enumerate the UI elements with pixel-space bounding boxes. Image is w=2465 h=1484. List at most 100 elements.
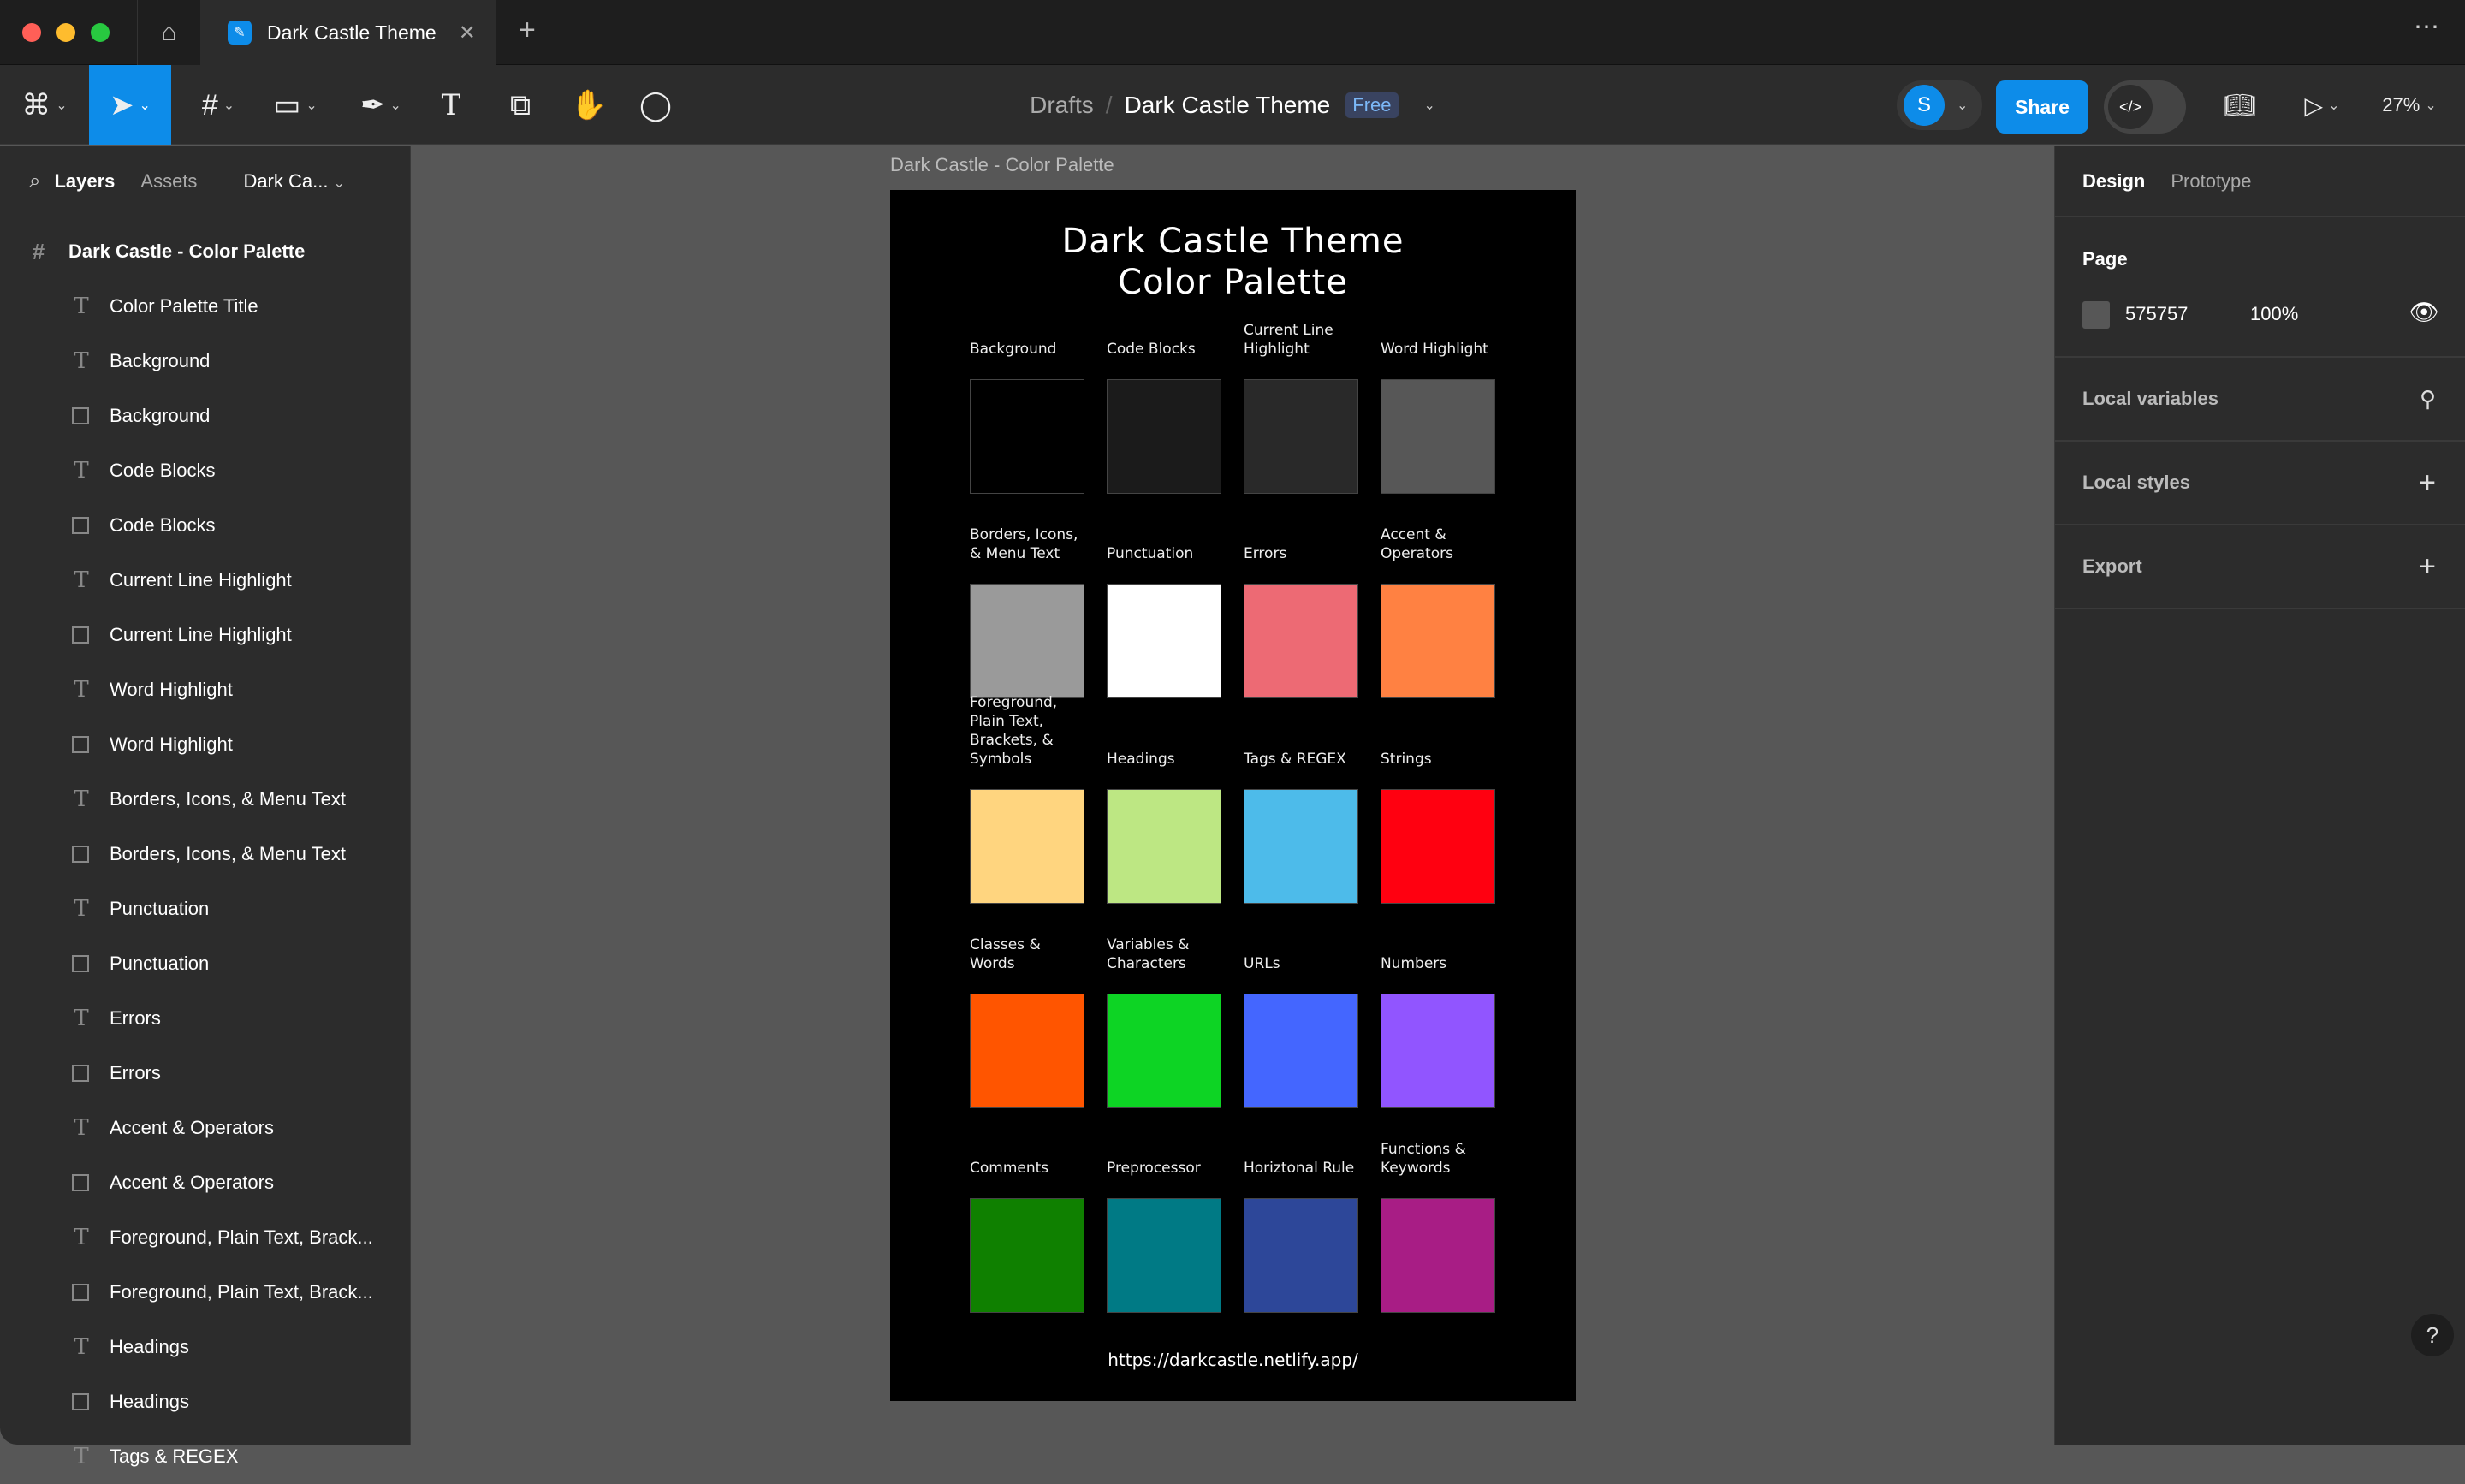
layer-item[interactable]: T Headings [0,1320,410,1374]
color-palette-frame[interactable]: Dark Castle Theme Color Palette Backgrou… [890,190,1576,1401]
help-button[interactable]: ? [2411,1314,2454,1356]
text-icon: T [74,896,89,922]
new-tab-button[interactable]: + [519,14,536,47]
tab-prototype[interactable]: Prototype [2171,170,2251,193]
color-swatch[interactable] [1107,1198,1221,1313]
components-tool-button[interactable]: ⧉ [501,65,540,145]
layer-item[interactable]: Code Blocks [0,498,410,553]
color-swatch[interactable] [1244,379,1358,494]
layer-item[interactable]: T Background [0,334,410,389]
color-swatch[interactable] [970,994,1084,1108]
layer-item[interactable]: Foreground, Plain Text, Brack... [0,1265,410,1320]
layers-panel: ⌕ Layers Assets Dark Ca... ⌄ # Dark Castl… [0,146,411,1469]
page-color-opacity[interactable]: 100% [2250,303,2298,325]
page-color-hex[interactable]: 575757 [2125,303,2188,325]
file-name[interactable]: Dark Castle Theme [1125,92,1331,119]
tab-assets[interactable]: Assets [140,170,197,193]
color-swatch[interactable] [1107,379,1221,494]
breadcrumb-drafts[interactable]: Drafts [1030,92,1094,119]
main-menu-button[interactable]: ⌘ ⌄ [19,65,70,145]
layer-label: Background [110,350,211,371]
layer-item[interactable]: T Color Palette Title [0,279,410,334]
color-swatch[interactable] [1244,1198,1358,1313]
document-tab[interactable]: ✎ Dark Castle Theme ✕ [200,0,496,65]
search-icon[interactable]: ⌕ [29,169,40,193]
shape-tool-button[interactable]: ▭ ⌄ [265,65,325,145]
color-swatch[interactable] [970,379,1084,494]
tab-design[interactable]: Design [2082,170,2145,193]
color-swatch[interactable] [1107,994,1221,1108]
layer-item[interactable]: T Errors [0,991,410,1046]
frame-label[interactable]: Dark Castle - Color Palette [890,154,1114,176]
color-swatch[interactable] [1381,789,1495,904]
move-tool-button[interactable]: ➤ ⌄ [89,65,171,145]
text-tool-button[interactable]: T [432,65,470,145]
hand-tool-button[interactable]: ✋ [569,65,609,145]
color-swatch[interactable] [1107,789,1221,904]
layer-item[interactable]: Headings [0,1374,410,1429]
color-swatch[interactable] [970,584,1084,698]
color-swatch[interactable] [1244,994,1358,1108]
layer-item[interactable]: T Punctuation [0,881,410,936]
export-section[interactable]: Export + [2055,525,2465,609]
color-swatch[interactable] [1244,584,1358,698]
file-menu-chevron-icon[interactable]: ⌄ [1424,97,1435,114]
zoom-menu[interactable]: 27% ⌄ [2371,65,2448,145]
layer-item[interactable]: Background [0,389,410,443]
dev-mode-toggle[interactable]: </> [2104,80,2186,134]
page-selector[interactable]: Dark Ca... ⌄ [243,170,344,193]
layer-item[interactable]: Errors [0,1046,410,1101]
color-swatch[interactable] [1381,379,1495,494]
text-icon: T [74,348,89,374]
layer-item[interactable]: T Borders, Icons, & Menu Text [0,772,410,827]
color-swatch[interactable] [1244,789,1358,904]
layer-item[interactable]: T Code Blocks [0,443,410,498]
layer-item[interactable]: Accent & Operators [0,1155,410,1210]
layer-item[interactable]: T Word Highlight [0,662,410,717]
more-options-icon[interactable]: ⋯ [2414,12,2439,42]
export-label: Export [2082,555,2142,577]
layer-item[interactable]: Borders, Icons, & Menu Text [0,827,410,881]
close-window-button[interactable] [22,23,41,42]
maximize-window-button[interactable] [91,23,110,42]
local-variables-section[interactable]: Local variables ⚲ [2055,358,2465,442]
swatch-label: Accent & Operators [1381,526,1453,562]
layer-label: Word Highlight [110,733,233,755]
visibility-eye-icon[interactable]: 👁︎ [2409,298,2439,326]
layer-item[interactable]: Current Line Highlight [0,608,410,662]
color-swatch[interactable] [970,789,1084,904]
tab-layers[interactable]: Layers [54,170,115,193]
color-swatch[interactable] [1107,584,1221,698]
layer-item[interactable]: T Accent & Operators [0,1101,410,1155]
hand-icon: ✋ [570,89,608,122]
pen-tool-button[interactable]: ✒ ⌄ [351,65,411,145]
share-button[interactable]: Share [1996,80,2088,134]
color-swatch[interactable] [1381,584,1495,698]
page-color-swatch[interactable] [2082,301,2110,329]
home-tab[interactable]: ⌂ [137,0,200,65]
layer-item[interactable]: Punctuation [0,936,410,991]
present-button[interactable]: ▷ ⌄ [2294,65,2350,145]
layer-frame[interactable]: # Dark Castle - Color Palette [0,224,410,279]
layer-item[interactable]: Word Highlight [0,717,410,772]
color-swatch[interactable] [970,1198,1084,1313]
layer-label: Dark Castle - Color Palette [68,240,306,262]
avatar-menu[interactable]: S ⌄ [1897,80,1982,130]
color-swatch[interactable] [1381,994,1495,1108]
add-export-plus-icon[interactable]: + [2419,550,2436,584]
layer-item[interactable]: T Tags & REGEX [0,1429,410,1484]
layer-item[interactable]: T Foreground, Plain Text, Brack... [0,1210,410,1265]
color-swatch[interactable] [1381,1198,1495,1313]
frame-tool-button[interactable]: # ⌄ [188,65,248,145]
add-style-plus-icon[interactable]: + [2419,466,2436,500]
layer-item[interactable]: T Current Line Highlight [0,553,410,608]
local-styles-section[interactable]: Local styles + [2055,442,2465,525]
library-button[interactable]: 📖︎ [2218,65,2261,145]
minimize-window-button[interactable] [56,23,75,42]
swatch-label: Preprocessor [1107,1160,1201,1177]
rectangle-icon [72,1284,89,1301]
title-line-2: Color Palette [1118,263,1348,302]
close-tab-icon[interactable]: ✕ [459,21,476,45]
variables-sliders-icon[interactable]: ⚲ [2420,386,2436,413]
comment-tool-button[interactable]: ◯ [636,65,675,145]
